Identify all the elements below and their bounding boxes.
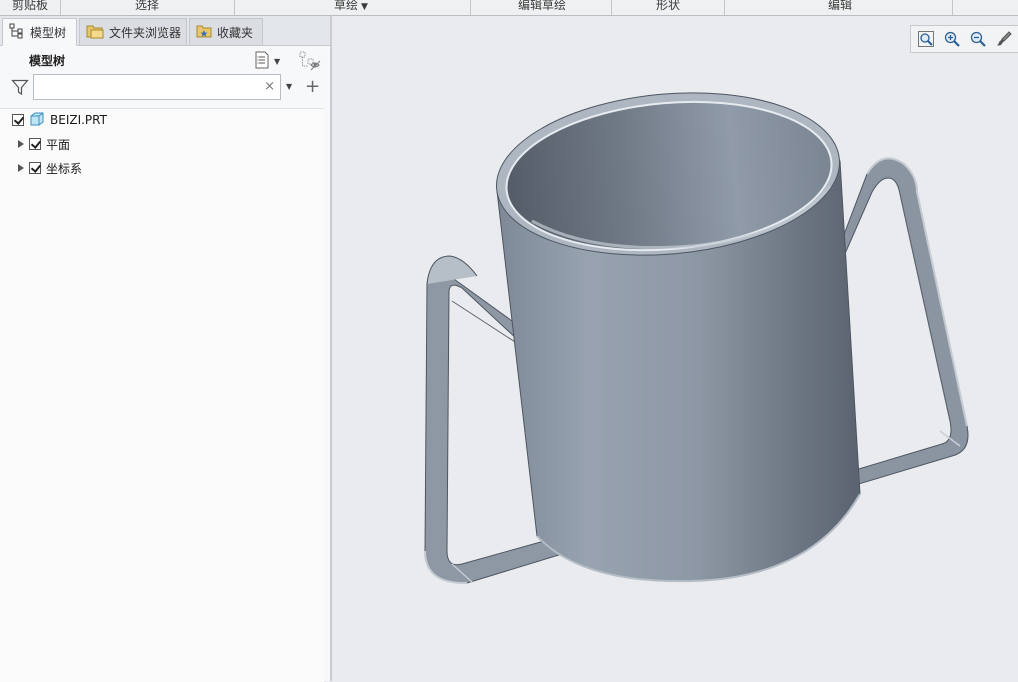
ribbon-group-labels: 剪贴板 选择 草绘 ▼ 编辑草绘 形状 编辑 — [0, 0, 1018, 16]
separator — [952, 0, 953, 15]
tree-item-root[interactable]: BEIZI.PRT — [12, 110, 107, 130]
group-edit-sketch-label: 编辑草绘 — [518, 0, 567, 12]
separator — [60, 0, 61, 15]
expand-arrow-icon[interactable] — [18, 140, 24, 148]
visibility-checkbox[interactable] — [29, 162, 41, 174]
group-select-label: 选择 — [135, 0, 160, 12]
tree-filter-input[interactable] — [37, 78, 263, 98]
panel-tabs: 模型树 文件夹浏览器 收藏夹 — [0, 16, 330, 46]
show-hide-button[interactable] — [299, 51, 321, 71]
tree-item-label: 坐标系 — [46, 161, 83, 176]
tree-display-menu-button[interactable]: ▼ — [254, 51, 288, 71]
expand-arrow-icon[interactable] — [18, 164, 24, 172]
clear-icon[interactable]: × — [264, 78, 275, 96]
chevron-down-icon: ▼ — [274, 56, 281, 66]
tree-item-label: BEIZI.PRT — [50, 113, 107, 127]
tab-label: 文件夹浏览器 — [109, 25, 182, 40]
tree-item-label: 平面 — [46, 137, 71, 152]
separator — [470, 0, 471, 15]
part-icon — [29, 111, 45, 130]
tab-folder-browser[interactable]: 文件夹浏览器 — [79, 18, 187, 45]
folder-browser-icon — [86, 23, 104, 42]
group-sketch-label[interactable]: 草绘 ▼ — [334, 0, 368, 13]
tree-settings-icon — [254, 51, 270, 72]
graphics-window[interactable] — [332, 16, 1018, 681]
model-tree-icon — [9, 23, 25, 42]
cup-body — [496, 92, 861, 583]
tree-filter-input-box[interactable]: × — [33, 74, 281, 100]
separator — [611, 0, 612, 15]
model-tree: BEIZI.PRT 平面 坐标系 — [0, 108, 324, 682]
cup-model — [424, 92, 969, 585]
tree-item-planes[interactable]: 平面 — [18, 134, 70, 154]
group-edit-label: 编辑 — [828, 0, 853, 12]
filter-icon[interactable] — [11, 78, 29, 99]
panel-title: 模型树 — [29, 54, 66, 68]
separator — [234, 0, 235, 15]
add-filter-icon[interactable]: + — [305, 76, 320, 98]
visibility-checkbox[interactable] — [29, 138, 41, 150]
group-clipboard-label: 剪贴板 — [12, 0, 49, 12]
tab-label: 收藏夹 — [217, 25, 254, 40]
show-hide-icon — [299, 51, 321, 74]
chevron-down-icon: ▼ — [361, 2, 368, 12]
group-shape-label: 形状 — [656, 0, 681, 12]
tab-label: 模型树 — [30, 25, 67, 40]
tab-model-tree[interactable]: 模型树 — [2, 18, 77, 46]
favorites-icon — [196, 23, 212, 42]
model-tree-panel: 模型树 文件夹浏览器 收藏夹 模型树 ▼ × ▼ + BEIZI.PRT 平面 … — [0, 16, 330, 682]
tab-favorites[interactable]: 收藏夹 — [189, 18, 263, 45]
separator — [724, 0, 725, 15]
filter-dropdown-icon[interactable]: ▼ — [286, 82, 292, 91]
tree-item-csys[interactable]: 坐标系 — [18, 158, 82, 178]
visibility-checkbox[interactable] — [12, 114, 24, 126]
